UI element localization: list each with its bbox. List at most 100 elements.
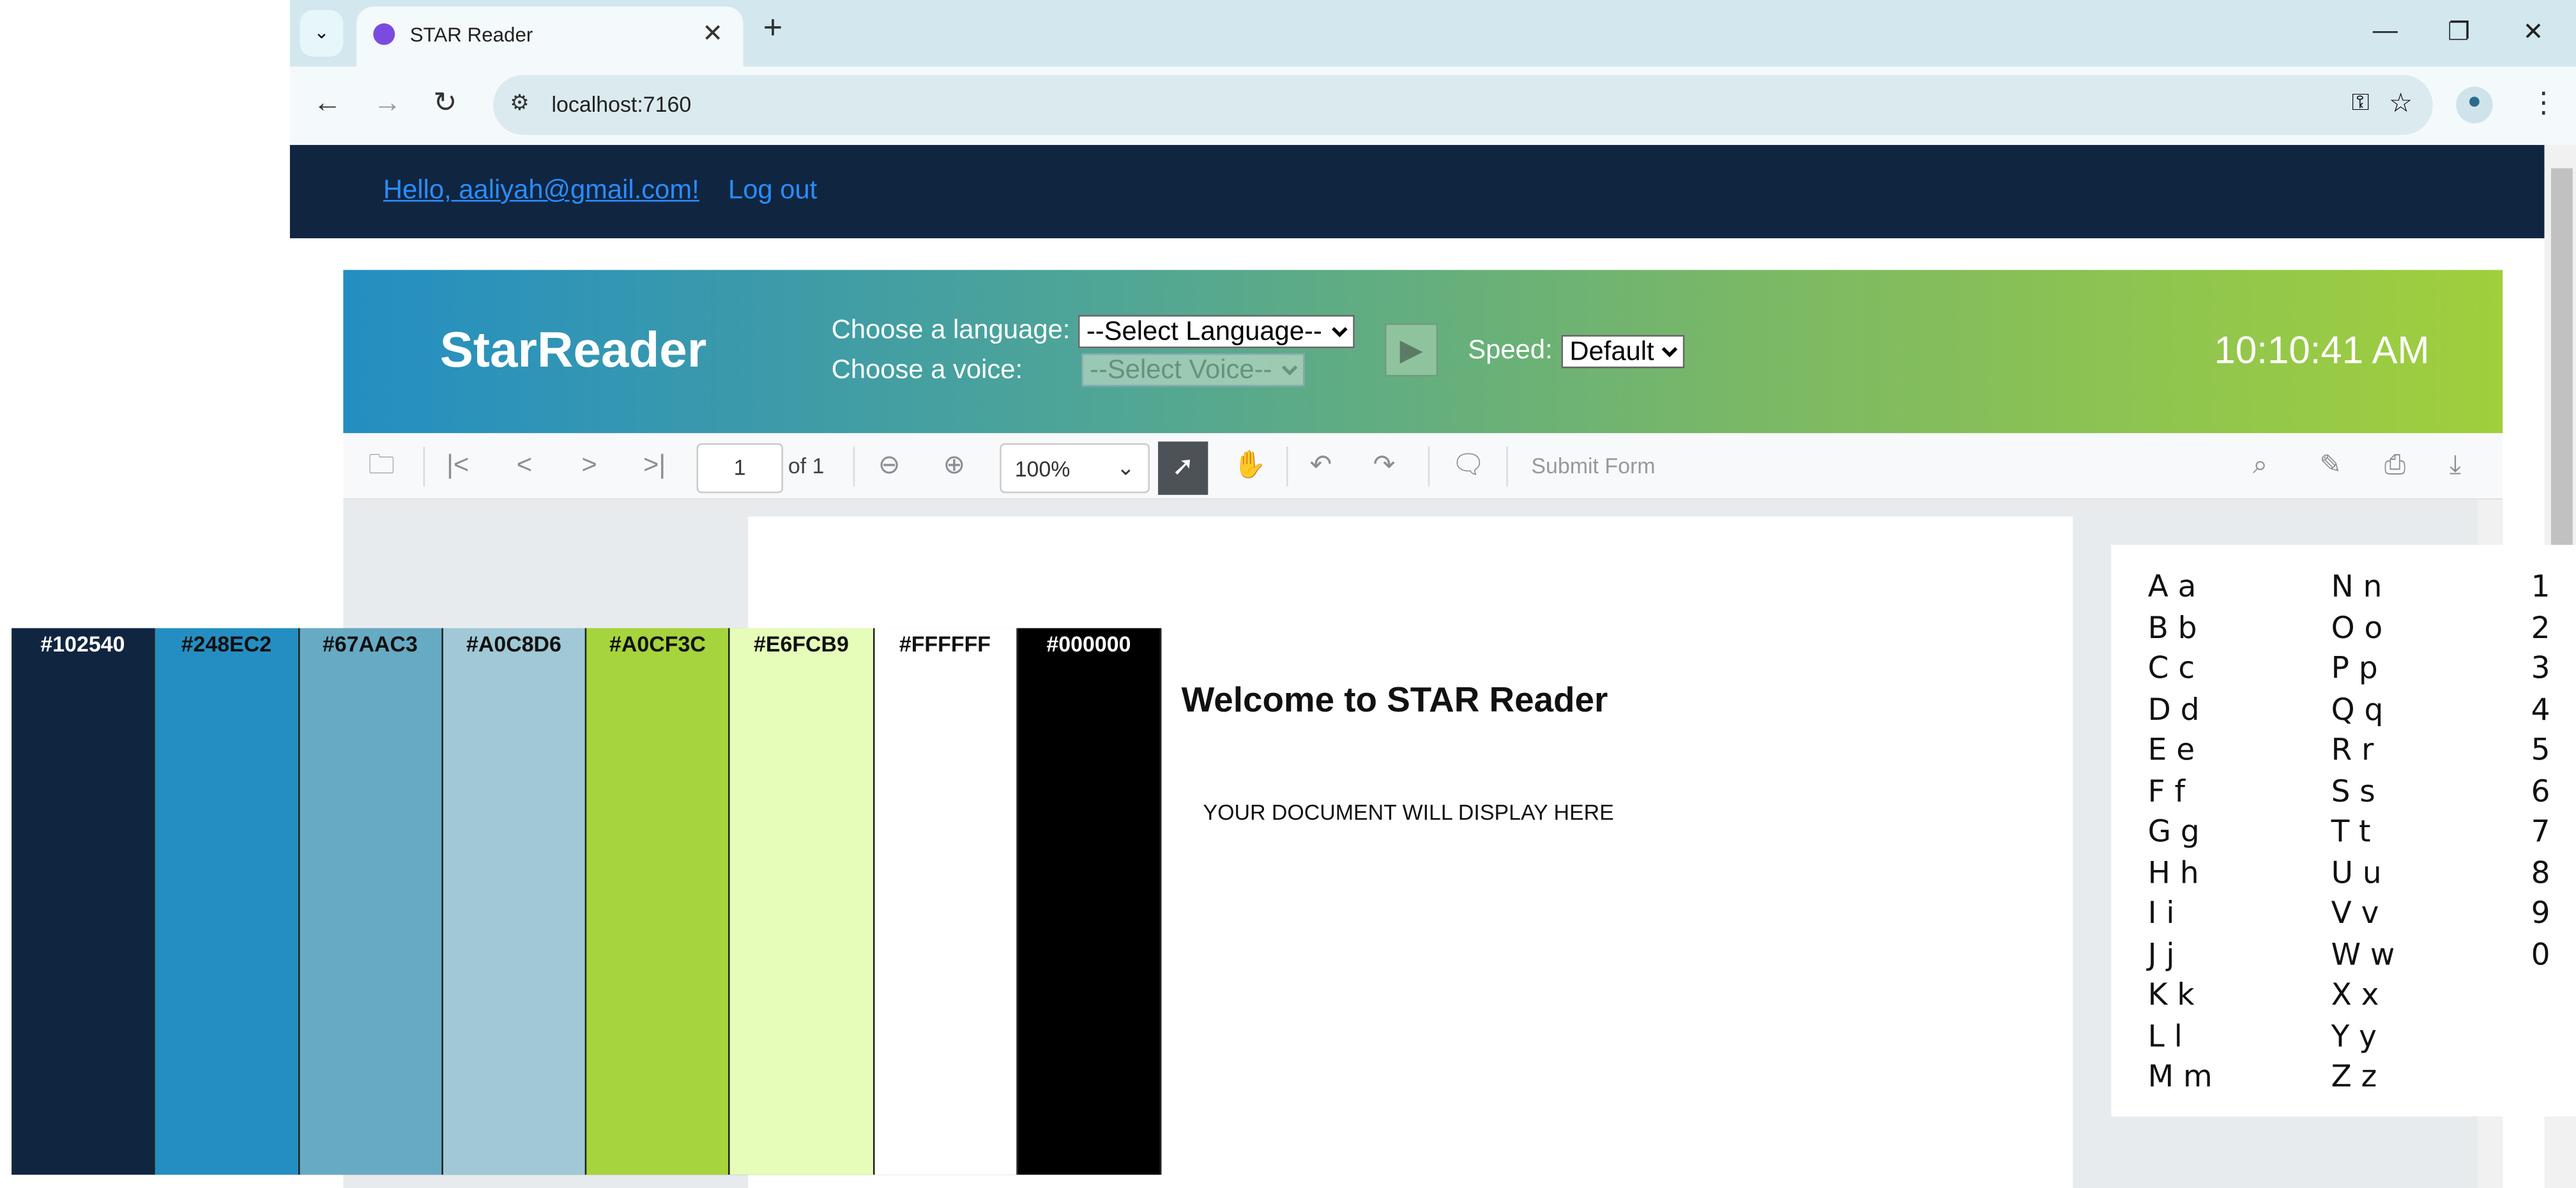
open-file-icon[interactable]: 🗀 xyxy=(369,450,395,483)
app-banner: StarReader Choose a language: --Select L… xyxy=(343,270,2503,434)
alphabet-entry: I i xyxy=(2147,896,2175,932)
alphabet-entry: T t xyxy=(2331,814,2371,850)
first-page-icon[interactable]: |< xyxy=(446,450,469,483)
color-palette: #102540 #248EC2 #67AAC3 #A0C8D6 #A0CF3C #E6FC… xyxy=(11,628,1162,1175)
chevron-down-icon: ⌄ xyxy=(1117,455,1135,480)
back-icon[interactable]: ← xyxy=(313,87,341,120)
zoom-select[interactable]: 100% ⌄ xyxy=(1000,443,1150,494)
page-count: of 1 xyxy=(788,453,825,478)
alphabet-entry: F f xyxy=(2147,773,2186,809)
language-select[interactable]: --Select Language-- xyxy=(1078,315,1355,349)
pdf-toolbar: 🗀 |< < > >| 1 of 1 ⊖ ⊕ 100% ⌄ ➚ ✋ ↶ ↷ 🗨 S… xyxy=(343,433,2503,500)
alphabet-chart: A aB bC cD dE eF fG gH hI iJ jK kL lM m … xyxy=(2111,545,2576,1116)
page-number-input[interactable]: 1 xyxy=(696,443,784,494)
alphabet-entry: 4 xyxy=(2531,692,2550,727)
zoom-in-icon[interactable]: ⊕ xyxy=(943,450,966,483)
undo-icon[interactable]: ↶ xyxy=(1309,450,1332,483)
alphabet-entry: V v xyxy=(2331,896,2379,932)
redo-icon[interactable]: ↷ xyxy=(1373,450,1396,483)
alphabet-entry: M m xyxy=(2147,1060,2213,1095)
swatch-hex-label: #A0C8D6 xyxy=(466,631,561,657)
new-tab-button[interactable]: + xyxy=(763,10,782,49)
url-text[interactable]: localhost:7160 xyxy=(551,91,691,116)
swatch-hex-label: #A0CF3C xyxy=(609,631,706,657)
forward-icon[interactable]: → xyxy=(373,87,401,120)
alphabet-entry: 2 xyxy=(2531,611,2550,646)
download-icon[interactable]: ⤓ xyxy=(2450,450,2461,483)
zoom-out-icon[interactable]: ⊖ xyxy=(878,450,901,483)
alphabet-entry: R r xyxy=(2331,733,2374,768)
color-swatch: #A0C8D6 xyxy=(443,628,587,1175)
alphabet-entry: A a xyxy=(2147,570,2197,605)
alphabet-entry: C c xyxy=(2147,651,2195,687)
prev-page-icon[interactable]: < xyxy=(517,450,532,483)
search-icon[interactable]: ⌕ xyxy=(2253,450,2267,483)
swatch-hex-label: #102540 xyxy=(40,631,125,657)
zoom-value: 100% xyxy=(1014,456,1071,482)
profile-icon[interactable]: ● xyxy=(2456,86,2493,124)
select-tool-icon[interactable]: ➚ xyxy=(1158,441,1208,495)
alphabet-entry: G g xyxy=(2147,814,2200,850)
color-swatch: #248EC2 xyxy=(155,628,300,1175)
alphabet-entry: 3 xyxy=(2531,651,2550,687)
alphabet-entry: X x xyxy=(2331,978,2379,1014)
alphabet-entry: L l xyxy=(2147,1019,2183,1055)
language-label: Choose a language: xyxy=(831,316,1071,346)
tab-title: STAR Reader xyxy=(409,23,533,47)
alphabet-entry: 9 xyxy=(2531,896,2550,932)
submit-form-button[interactable]: Submit Form xyxy=(1531,450,1655,483)
key-icon[interactable]: ⚿ xyxy=(2352,88,2370,116)
alphabet-entry: K k xyxy=(2147,978,2195,1014)
alphabet-entry: Y y xyxy=(2331,1019,2377,1055)
alphabet-entry: U u xyxy=(2331,855,2382,891)
logout-link[interactable]: Log out xyxy=(728,177,817,207)
alphabet-entry: S s xyxy=(2331,773,2375,809)
comment-icon[interactable]: 🗨 xyxy=(1451,450,1485,483)
address-toolbar: ← → ↻ ⚙ localhost:7160 ⚿ ☆ ● ⋮ xyxy=(289,66,2576,145)
account-link[interactable]: Hello, aaliyah@gmail.com! xyxy=(383,177,699,207)
alphabet-entry: 7 xyxy=(2531,814,2550,850)
swatch-hex-label: #67AAC3 xyxy=(322,631,418,657)
color-swatch: #E6FCB9 xyxy=(730,628,874,1175)
swatch-hex-label: #248EC2 xyxy=(181,631,272,657)
app-logo: StarReader xyxy=(439,323,707,379)
scrollbar-thumb[interactable] xyxy=(2550,168,2573,552)
favicon-icon xyxy=(373,23,395,45)
close-tab-icon[interactable]: ✕ xyxy=(702,19,723,48)
next-page-icon[interactable]: > xyxy=(581,450,597,483)
address-bar[interactable]: ⚙ localhost:7160 ⚿ ☆ xyxy=(493,75,2433,135)
tab-star-reader[interactable]: STAR Reader ✕ xyxy=(356,6,743,67)
alphabet-entry: J j xyxy=(2147,937,2175,973)
print-icon[interactable]: ⎙ xyxy=(2384,450,2405,483)
alphabet-entry: Q q xyxy=(2331,692,2384,727)
voice-select[interactable]: --Select Voice-- xyxy=(1081,353,1305,387)
reload-icon[interactable]: ↻ xyxy=(433,87,457,120)
speed-select[interactable]: Default xyxy=(1561,335,1685,369)
site-info-icon[interactable]: ⚙ xyxy=(510,90,529,117)
alphabet-entry: 8 xyxy=(2531,855,2550,891)
color-swatch: #000000 xyxy=(1017,628,1162,1175)
clock: 10:10:41 AM xyxy=(2214,328,2430,372)
menu-icon[interactable]: ⋮ xyxy=(2529,87,2557,120)
color-swatch: #A0CF3C xyxy=(586,628,731,1175)
alphabet-entry: B b xyxy=(2147,611,2197,646)
alphabet-entry: O o xyxy=(2331,611,2383,646)
swatch-hex-label: #E6FCB9 xyxy=(753,631,849,657)
pan-tool-icon[interactable]: ✋ xyxy=(1233,450,1266,483)
color-swatch: #FFFFFF xyxy=(874,628,1018,1175)
tab-search-button[interactable]: ⌄ xyxy=(300,10,344,57)
star-icon[interactable]: ☆ xyxy=(2389,87,2412,120)
minimize-button[interactable]: — xyxy=(2373,17,2398,45)
alphabet-entry: W w xyxy=(2331,937,2395,973)
close-window-button[interactable]: ✕ xyxy=(2523,17,2544,47)
color-swatch: #67AAC3 xyxy=(299,628,443,1175)
site-nav: Hello, aaliyah@gmail.com! Log out xyxy=(289,144,2545,239)
last-page-icon[interactable]: >| xyxy=(643,450,666,483)
annotate-icon[interactable]: ✎ xyxy=(2319,450,2342,483)
speed-label: Speed: xyxy=(1468,336,1553,365)
play-button[interactable]: ▶ xyxy=(1384,323,1438,377)
restore-button[interactable]: ❐ xyxy=(2448,17,2470,47)
alphabet-entry: 1 xyxy=(2531,570,2550,605)
alphabet-entry: N n xyxy=(2331,570,2382,605)
color-swatch: #102540 xyxy=(11,628,156,1175)
